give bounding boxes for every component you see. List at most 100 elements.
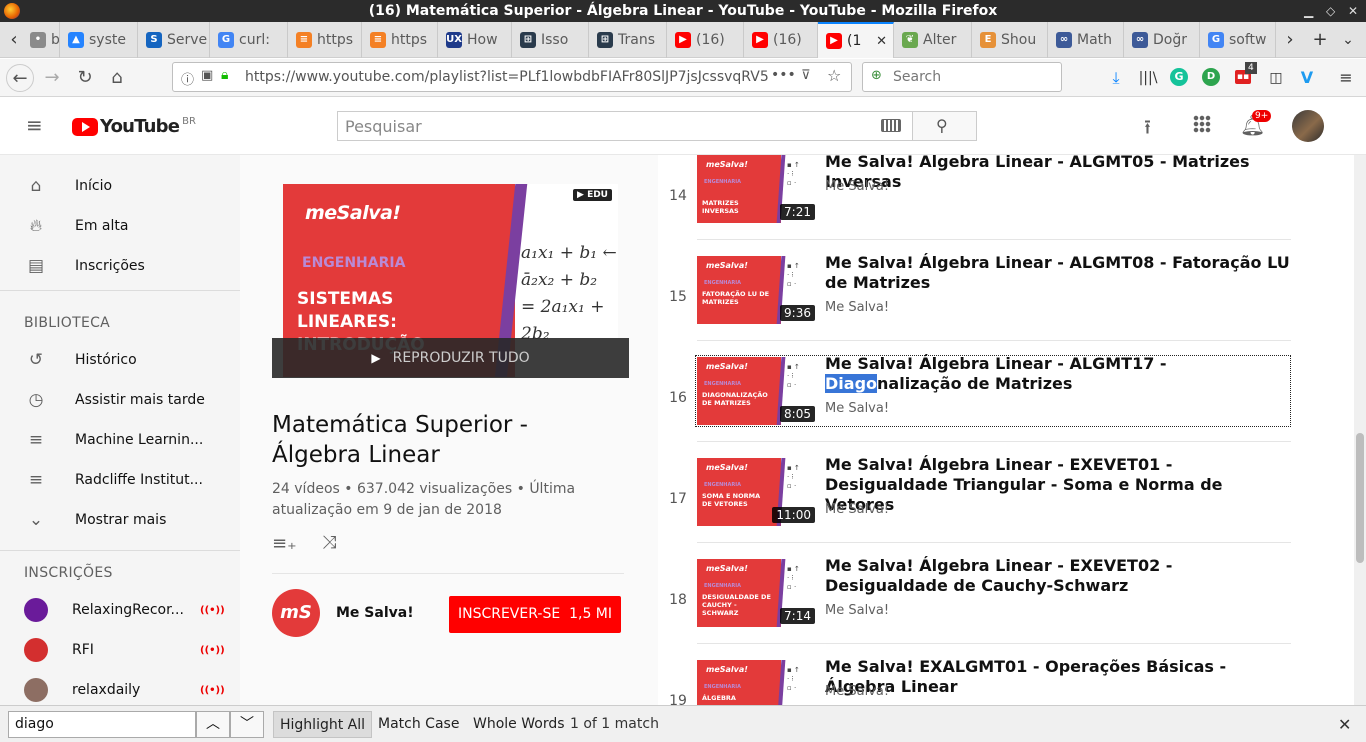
video-thumbnail[interactable]: meSalva! ENGENHARIA SOMA E NORMA DE VETORE… <box>697 458 817 526</box>
shuffle-icon[interactable]: ⤨ <box>322 532 336 553</box>
upload-icon[interactable]: ⭱ <box>1144 113 1151 147</box>
close-tab-icon[interactable]: ✕ <box>876 34 887 49</box>
play-all-button[interactable]: ▶ REPRODUZIR TUDO <box>272 338 629 378</box>
reload-icon[interactable]: ↻ <box>71 64 99 92</box>
tab[interactable]: E Shou <box>972 22 1048 58</box>
all-tabs-icon[interactable]: ⌄ <box>1334 22 1362 58</box>
tab[interactable]: ▲ syste <box>60 22 138 58</box>
video-title[interactable]: Me Salva! Álgebra Linear - ALGMT08 - Fat… <box>825 253 1295 293</box>
forward-icon[interactable]: → <box>38 64 66 92</box>
hamburger-menu-icon[interactable]: ≡ <box>1336 68 1356 88</box>
page-scrollbar[interactable] <box>1354 155 1366 705</box>
tab[interactable]: Gcurl: <box>210 22 288 58</box>
back-icon[interactable]: ← <box>6 64 34 92</box>
video-title[interactable]: Me Salva! Álgebra Linear - EXEVET01 - De… <box>825 455 1295 515</box>
tab[interactable]: Gsoftw <box>1200 22 1276 58</box>
tab[interactable]: ∞ Math <box>1048 22 1124 58</box>
browser-search-field[interactable]: ⊕ Search <box>862 62 1062 92</box>
video-channel[interactable]: Me Salva! <box>825 684 889 699</box>
playlist-video-row[interactable]: 18 meSalva! ENGENHARIA DESIGUALDADE DE CAUC… <box>658 546 1298 647</box>
sidebar-item[interactable]: ↺ Histórico <box>0 340 240 380</box>
minimize-icon[interactable]: ▁ <box>1304 0 1313 22</box>
find-next-icon[interactable]: ﹀ <box>230 711 264 738</box>
find-input[interactable]: diago <box>8 711 196 738</box>
video-thumbnail[interactable]: meSalva! ENGENHARIA MATRIZES INVERSAS ▪ ↑ · … <box>697 155 817 223</box>
subscribe-button[interactable]: INSCREVER-SE 1,5 MI <box>449 596 621 633</box>
sidebar-item[interactable]: ▤ Inscrições <box>0 246 240 286</box>
video-thumbnail[interactable]: meSalva! ENGENHARIA FATORAÇÃO LU DE MATRIZ… <box>697 256 817 324</box>
whole-words-toggle[interactable]: Whole Words <box>467 711 571 738</box>
video-channel[interactable]: Me Salva! <box>825 401 889 416</box>
download-icon[interactable]: ⤓ <box>1106 68 1126 88</box>
sidebar-item[interactable]: ◷ Assistir mais tarde <box>0 380 240 420</box>
video-title[interactable]: Me Salva! Álgebra Linear - EXEVET02 - De… <box>825 556 1295 596</box>
highlight-all-toggle[interactable]: Highlight All <box>273 711 373 738</box>
match-case-toggle[interactable]: Match Case <box>372 711 465 738</box>
extension-d-icon[interactable]: D <box>1202 68 1220 86</box>
subscription-item[interactable]: RelaxingRecor... ((•)) <box>0 590 240 630</box>
sidebar-item[interactable]: ⌄ Mostrar mais <box>0 500 240 540</box>
subscription-item[interactable]: relaxdaily ((•)) <box>0 670 240 710</box>
lock-icon[interactable]: 🔒︎ <box>221 67 228 83</box>
page-actions-icon[interactable]: ••• <box>771 67 796 83</box>
video-channel[interactable]: Me Salva! <box>825 179 889 194</box>
youtube-search-input[interactable]: Pesquisar <box>337 111 913 141</box>
tab[interactable]: ❦ Alter <box>894 22 972 58</box>
pocket-icon[interactable]: ⊽ <box>801 68 811 83</box>
youtube-logo[interactable]: YouTube BR <box>72 116 196 137</box>
tab[interactable]: ≡ https <box>362 22 438 58</box>
channel-name[interactable]: Me Salva! <box>336 605 414 621</box>
sidebar-item[interactable]: ⌂ Início <box>0 166 240 206</box>
tab[interactable]: ⊞ Trans <box>589 22 667 58</box>
tab[interactable]: • bo <box>22 22 60 58</box>
sidebar-item[interactable]: ≡ Radcliffe Institut... <box>0 460 240 500</box>
playlist-video-row[interactable]: 14 meSalva! ENGENHARIA MATRIZES INVERSAS ▪ ↑… <box>658 155 1298 243</box>
close-find-bar-icon[interactable]: ✕ <box>1338 715 1351 734</box>
scroll-tabs-right-icon[interactable]: › <box>1276 22 1304 58</box>
extension-v-icon[interactable]: V <box>1297 68 1317 88</box>
sidebar-item[interactable]: 🔥︎ Em alta <box>0 206 240 246</box>
tab[interactable]: ▶ (1 ✕ <box>818 22 894 58</box>
video-title[interactable]: Me Salva! Álgebra Linear - ALGMT05 - Mat… <box>825 155 1295 192</box>
video-channel[interactable]: Me Salva! <box>825 502 889 517</box>
find-previous-icon[interactable]: ︿ <box>196 711 230 738</box>
tab[interactable]: ∞ Doğr <box>1124 22 1200 58</box>
close-window-icon[interactable]: ✕ <box>1348 0 1358 22</box>
video-thumbnail[interactable]: meSalva! ENGENHARIA DIAGONALIZAÇÃO DE MATR… <box>697 357 817 425</box>
video-thumbnail[interactable]: meSalva! ENGENHARIA ÁLGEBRA ▪ ↑ · ⁝ ▫ · <box>697 660 817 705</box>
playlist-video-row[interactable]: 17 meSalva! ENGENHARIA SOMA E NORMA DE VETO… <box>658 445 1298 546</box>
apps-grid-icon[interactable] <box>1193 115 1211 133</box>
video-title[interactable]: Me Salva! Álgebra Linear - ALGMT17 - Dia… <box>825 354 1295 394</box>
channel-avatar[interactable]: mS <box>272 589 320 637</box>
tab[interactable]: ⊞ Isso <box>512 22 589 58</box>
sidebar-toggle-icon[interactable]: ◫ <box>1266 68 1286 88</box>
tab[interactable]: UX How <box>438 22 512 58</box>
new-tab-icon[interactable]: + <box>1306 22 1334 58</box>
add-playlist-icon[interactable]: ≡₊ <box>272 533 297 554</box>
sidebar-item[interactable]: ≡ Machine Learnin... <box>0 420 240 460</box>
home-icon[interactable]: ⌂ <box>103 64 131 92</box>
video-channel[interactable]: Me Salva! <box>825 603 889 618</box>
url-bar[interactable]: ⓘ ▣ 🔒︎ https://www.youtube.com/playlist?… <box>172 62 852 92</box>
tab[interactable]: ▶ (16) <box>667 22 744 58</box>
subscription-item[interactable]: RFI ((•)) <box>0 630 240 670</box>
video-title[interactable]: Me Salva! EXALGMT01 - Operações Básicas … <box>825 657 1295 697</box>
playlist-video-row[interactable]: 16 meSalva! ENGENHARIA DIAGONALIZAÇÃO DE MA… <box>669 354 1291 427</box>
keyboard-icon[interactable] <box>881 119 901 132</box>
video-thumbnail[interactable]: meSalva! ENGENHARIA DESIGUALDADE DE CAUCHY… <box>697 559 817 627</box>
scrollbar-thumb[interactable] <box>1356 433 1364 563</box>
library-icon[interactable]: |||\ <box>1138 68 1158 88</box>
playlist-video-row[interactable]: 15 meSalva! ENGENHARIA FATORAÇÃO LU DE MATR… <box>658 243 1298 344</box>
video-channel[interactable]: Me Salva! <box>825 300 889 315</box>
url-text[interactable]: https://www.youtube.com/playlist?list=PL… <box>245 69 769 85</box>
tab[interactable]: ≡ https <box>288 22 362 58</box>
bookmark-star-icon[interactable]: ☆ <box>827 66 841 85</box>
tab[interactable]: ▶ (16) <box>744 22 818 58</box>
guide-menu-icon[interactable]: ≡ <box>26 115 43 135</box>
info-icon[interactable]: ⓘ <box>181 69 194 88</box>
playlist-video-row[interactable]: 19 meSalva! ENGENHARIA ÁLGEBRA ▪ ↑ · ⁝ ▫ · Me S… <box>658 647 1298 705</box>
tab[interactable]: S Serve <box>138 22 210 58</box>
account-avatar[interactable] <box>1292 110 1324 142</box>
maximize-icon[interactable]: ◇ <box>1326 0 1335 22</box>
grammarly-icon[interactable]: G <box>1170 68 1188 86</box>
